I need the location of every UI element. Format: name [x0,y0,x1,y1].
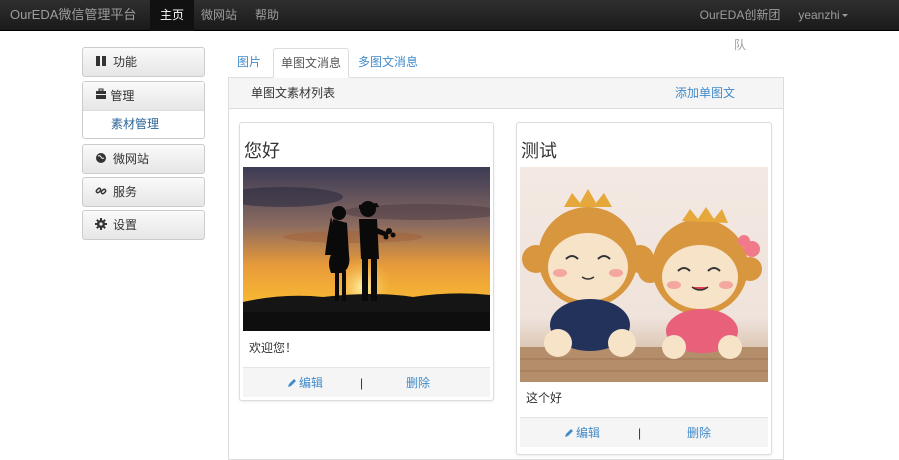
pencil-icon [287,369,297,387]
card-title: 测试 [521,141,557,162]
delete-button[interactable]: 删除 [687,418,711,448]
card-image-monkeys[interactable] [520,167,768,382]
sidebar-subitem-material[interactable]: 素材管理 [83,111,204,139]
card-description: 欢迎您！ [249,341,298,355]
sidebar-item-settings[interactable]: 设置 [82,210,205,240]
card-actions: 编辑 | 删除 [243,367,490,397]
pencil-icon [564,419,574,437]
sidebar-item-function[interactable]: 功能 [82,47,205,77]
edit-button[interactable]: 编辑 [564,418,600,448]
tab-multi-article[interactable]: 多图文消息 [355,48,421,78]
card-title: 您好 [244,141,280,162]
link-icon [95,179,107,195]
action-separator: | [360,376,364,390]
brand-title[interactable]: OurEDA微信管理平台 [10,0,136,31]
sidebar-item-microsite[interactable]: 微网站 [82,144,205,174]
columns-icon [95,49,107,66]
action-separator: | [638,426,642,440]
sidebar-item-label: 设置 [113,218,138,232]
tab-single-article[interactable]: 单图文消息 [273,48,349,78]
sidebar-item-label: 服务 [113,185,138,199]
edit-label: 编辑 [299,376,324,390]
briefcase-icon [95,88,110,103]
delete-button[interactable]: 删除 [406,368,430,398]
sidebar-item-label: 微网站 [113,152,150,166]
sidebar-item-label: 管理 [110,89,135,103]
globe-icon [95,146,107,163]
user-menu[interactable]: yeanzhi [798,0,848,31]
nav-microsite[interactable]: 微网站 [197,0,241,31]
sidebar-group-manage: 管理 素材管理 [82,81,205,139]
user-name: yeanzhi [798,8,840,22]
sidebar-item-manage[interactable]: 管理 [83,82,204,111]
card-image-sunset[interactable] [243,167,490,331]
nav-help[interactable]: 帮助 [247,0,287,31]
article-card: 测试 这个好 编辑 | 删除 [516,122,772,455]
panel-title: 单图文素材列表 [251,86,336,100]
panel-header: 单图文素材列表 添加单图文 [228,78,784,109]
add-single-article-link[interactable]: 添加单图文 [675,78,735,109]
nav-home[interactable]: 主页 [150,0,194,31]
tab-images[interactable]: 图片 [232,48,266,78]
edit-label: 编辑 [576,426,601,440]
sidebar-item-label: 功能 [113,55,138,69]
card-actions: 编辑 | 删除 [520,417,768,447]
sidebar-item-service[interactable]: 服务 [82,177,205,207]
article-card: 您好 欢迎您！ 编辑 | 删除 [239,122,494,401]
nav-team[interactable]: OurEDA创新团队 [694,0,786,52]
chevron-down-icon [841,14,848,18]
edit-button[interactable]: 编辑 [287,368,323,398]
gear-icon [95,212,107,230]
card-description: 这个好 [526,391,563,405]
top-navbar: OurEDA微信管理平台 主页 微网站 帮助 OurEDA创新团队 yeanzh… [0,0,899,52]
